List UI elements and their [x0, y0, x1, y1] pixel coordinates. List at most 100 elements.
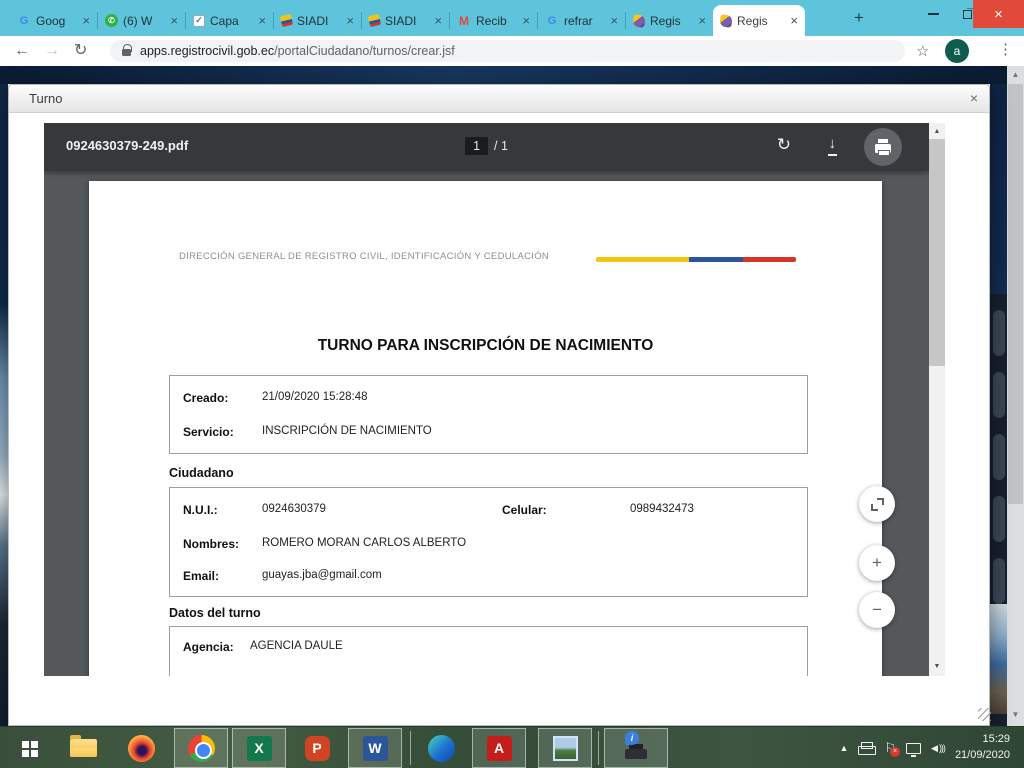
nombres-value: ROMERO MORAN CARLOS ALBERTO: [262, 537, 466, 549]
webpage-photo-sliver: [990, 604, 1007, 714]
creado-label: Creado:: [183, 391, 228, 405]
edge-button[interactable]: [414, 728, 468, 768]
lock-icon: [122, 49, 131, 56]
tab-label: SIADI: [297, 14, 341, 28]
acrobat-button[interactable]: A: [472, 728, 526, 768]
flag-yellow-segment: [596, 257, 689, 262]
taskbar-clock[interactable]: 15:29 21/09/2020: [955, 732, 1010, 764]
scroll-up-icon[interactable]: ▲: [1007, 68, 1024, 82]
datos-turno-heading: Datos del turno: [169, 606, 261, 620]
browser-menu-icon[interactable]: ⋮: [998, 40, 1013, 58]
webpage-menu-button-sliver: [993, 372, 1005, 418]
tray-volume-icon[interactable]: ◀))): [931, 743, 945, 754]
edge-icon: [428, 735, 455, 762]
rotate-icon[interactable]: ↻: [777, 135, 791, 155]
tab-close-icon[interactable]: ×: [434, 14, 442, 27]
powerpoint-icon: P: [305, 736, 330, 761]
clock-time: 15:29: [955, 732, 1010, 748]
registrocivil-favicon-icon: [632, 14, 646, 28]
tab-label: Goog: [36, 14, 77, 28]
tab-close-icon[interactable]: ×: [610, 14, 618, 27]
whatsapp-favicon-icon: ✆: [105, 14, 118, 27]
new-tab-button[interactable]: +: [846, 6, 872, 30]
excel-button[interactable]: X: [232, 728, 286, 768]
tab-registro-1[interactable]: Regis ×: [626, 5, 713, 36]
tab-registro-active[interactable]: Regis ×: [713, 5, 805, 36]
photo-viewer-icon: [553, 736, 578, 761]
pdf-scroll-down-icon[interactable]: ▼: [929, 660, 945, 674]
address-bar[interactable]: apps.registrocivil.gob.ec/portalCiudadan…: [110, 40, 905, 62]
dialog-resize-handle[interactable]: [978, 708, 991, 721]
word-button[interactable]: W: [348, 728, 402, 768]
tab-label: refrar: [564, 14, 605, 28]
tray-printer-icon[interactable]: [858, 742, 874, 755]
tab-close-icon[interactable]: ×: [170, 14, 178, 27]
pdf-scrollbar-thumb[interactable]: [929, 139, 945, 366]
servicio-value: INSCRIPCIÓN DE NACIMIENTO: [262, 425, 432, 437]
agencia-value: AGENCIA DAULE: [250, 640, 343, 652]
document-header-text: DIRECCIÓN GENERAL DE REGISTRO CIVIL, IDE…: [179, 251, 549, 262]
siadi-favicon-icon: [368, 14, 381, 27]
tab-capacitacion[interactable]: ✓ Capa ×: [186, 5, 273, 36]
show-hidden-icons-caret[interactable]: ▲: [839, 743, 848, 753]
window-minimize-button[interactable]: [916, 0, 950, 28]
acrobat-icon: A: [487, 736, 512, 761]
chrome-icon: [188, 735, 215, 762]
email-label: Email:: [183, 569, 219, 583]
forward-icon[interactable]: →: [44, 43, 60, 59]
tab-close-icon[interactable]: ×: [346, 14, 354, 27]
pdf-scroll-up-icon[interactable]: ▲: [929, 125, 945, 139]
firefox-button[interactable]: [114, 728, 168, 768]
gmail-favicon-icon: M: [457, 14, 471, 28]
print-button[interactable]: [864, 128, 902, 166]
download-icon[interactable]: ↓: [828, 133, 838, 156]
tab-close-icon[interactable]: ×: [698, 14, 706, 27]
pdf-scrollbar[interactable]: ▲ ▼: [929, 123, 945, 676]
tab-close-icon[interactable]: ×: [82, 14, 90, 27]
chrome-button[interactable]: [174, 728, 228, 768]
page-scrollbar-thumb[interactable]: [1008, 84, 1023, 504]
pdf-page: DIRECCIÓN GENERAL DE REGISTRO CIVIL, IDE…: [89, 181, 882, 676]
tab-siadi-1[interactable]: SIADI ×: [274, 5, 361, 36]
back-icon[interactable]: ←: [14, 43, 30, 59]
tray-network-icon[interactable]: [906, 743, 921, 754]
printer-dialog-button[interactable]: i: [604, 728, 668, 768]
bookmark-star-icon[interactable]: ☆: [916, 42, 929, 60]
ciudadano-heading: Ciudadano: [169, 466, 234, 480]
tab-google-2[interactable]: G refrar ×: [538, 5, 625, 36]
reload-icon[interactable]: ↻: [74, 43, 87, 59]
fit-to-page-button[interactable]: [859, 486, 895, 522]
tab-gmail[interactable]: M Recib ×: [450, 5, 537, 36]
celular-value: 0989432473: [630, 503, 694, 515]
page-scrollbar[interactable]: ▲ ▼: [1007, 66, 1024, 726]
tab-label: Regis: [650, 14, 693, 28]
tab-label: Recib: [476, 14, 517, 28]
tab-siadi-2[interactable]: SIADI ×: [362, 5, 449, 36]
email-value: guayas.jba@gmail.com: [262, 569, 382, 581]
tray-flag-alert-icon[interactable]: ⚐×: [884, 740, 896, 756]
tab-google-1[interactable]: G Goog ×: [10, 5, 97, 36]
browser-toolbar: ← → ↻ apps.registrocivil.gob.ec/portalCi…: [0, 36, 1024, 66]
tab-label: SIADI: [385, 14, 429, 28]
tab-close-icon[interactable]: ×: [790, 14, 798, 27]
scroll-down-icon[interactable]: ▼: [1007, 708, 1024, 722]
tab-whatsapp[interactable]: ✆ (6) W ×: [98, 5, 185, 36]
pdf-canvas-area[interactable]: DIRECCIÓN GENERAL DE REGISTRO CIVIL, IDE…: [44, 171, 929, 676]
printer-with-info-icon: i: [621, 735, 651, 761]
zoom-in-button[interactable]: +: [859, 545, 895, 581]
pdf-page-input[interactable]: 1: [465, 137, 488, 155]
zoom-out-button[interactable]: −: [859, 592, 895, 628]
photos-button[interactable]: [538, 728, 592, 768]
powerpoint-button[interactable]: P: [290, 728, 344, 768]
window-close-button[interactable]: ×: [973, 0, 1024, 28]
tab-close-icon[interactable]: ×: [522, 14, 530, 27]
tab-close-icon[interactable]: ×: [258, 14, 266, 27]
file-explorer-button[interactable]: [56, 728, 110, 768]
folder-icon: [70, 739, 97, 757]
profile-avatar[interactable]: a: [945, 39, 969, 63]
download-arrow-glyph: ↓: [828, 135, 838, 156]
dialog-header[interactable]: Turno ×: [9, 85, 989, 113]
url-text: apps.registrocivil.gob.ec/portalCiudadan…: [140, 44, 455, 58]
dialog-close-icon[interactable]: ×: [970, 90, 978, 106]
start-button[interactable]: [2, 728, 56, 768]
